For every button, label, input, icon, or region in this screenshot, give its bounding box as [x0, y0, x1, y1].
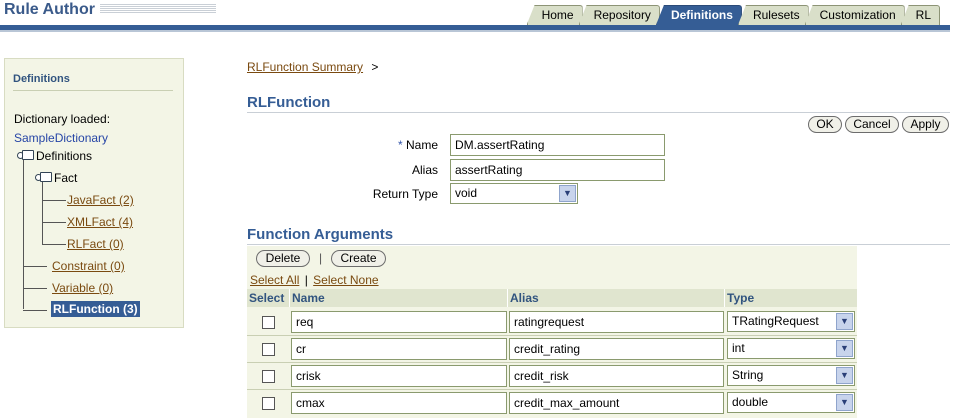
argument-alias-field[interactable]: credit_max_amount [509, 392, 724, 414]
column-separator [289, 289, 290, 307]
argument-type-value: int [732, 341, 745, 355]
tree-node-fact[interactable]: Fact [35, 171, 77, 185]
tree-line [23, 310, 47, 311]
argument-alias-field[interactable]: ratingrequest [509, 311, 724, 333]
name-field[interactable]: DM.assertRating [450, 134, 665, 156]
tree-node-definitions[interactable]: Definitions [17, 149, 92, 163]
chevron-down-icon[interactable]: ▼ [559, 185, 576, 202]
chevron-down-icon[interactable]: ▼ [836, 394, 853, 411]
delete-button[interactable]: Delete [256, 250, 310, 267]
ok-button[interactable]: OK [808, 116, 842, 133]
tree-line [23, 160, 24, 309]
cancel-button[interactable]: Cancel [845, 116, 899, 133]
tree-label-definitions: Definitions [36, 149, 93, 163]
page-title: RLFunction [247, 94, 331, 111]
argument-alias-field[interactable]: credit_risk [509, 365, 724, 387]
chevron-down-icon[interactable]: ▼ [836, 367, 853, 384]
name-label-text: Name [405, 138, 438, 152]
alias-label: Alias [411, 163, 438, 177]
tree-line [42, 200, 66, 201]
row-divider [247, 335, 857, 336]
tree-line [42, 182, 43, 245]
argument-type-value: double [732, 395, 769, 409]
apply-button[interactable]: Apply [902, 116, 949, 133]
argument-name-field[interactable]: cmax [291, 392, 507, 414]
argument-name-field[interactable]: cr [291, 338, 507, 360]
argument-name-field[interactable]: req [291, 311, 507, 333]
argument-type-value: TRatingRequest [732, 314, 819, 328]
tab-rulesets[interactable]: Rulesets [737, 5, 809, 25]
row-divider [247, 389, 857, 390]
select-all-link[interactable]: Select All [250, 273, 299, 287]
argument-type-select[interactable]: TRatingRequest ▼ [727, 311, 855, 332]
return-type-value: void [455, 186, 478, 200]
breadcrumb-rlfunction-summary[interactable]: RLFunction Summary [247, 60, 363, 74]
arguments-heading: Function Arguments [247, 226, 394, 243]
app-title: Rule Author [4, 1, 95, 18]
argument-type-value: String [732, 368, 764, 382]
tree-link-variable[interactable]: Variable (0) [52, 281, 113, 295]
column-header-type: Type [727, 291, 755, 305]
tab-definitions[interactable]: Definitions [655, 5, 742, 25]
tree-label-fact: Fact [54, 171, 78, 185]
arguments-table-header: Select Name Alias Type [247, 289, 857, 307]
column-header-name: Name [292, 291, 325, 305]
tab-repository[interactable]: Repository [578, 5, 660, 25]
create-button[interactable]: Create [331, 250, 386, 267]
selection-separator: | [304, 273, 308, 287]
folder-open-icon [35, 171, 52, 183]
argument-alias-field[interactable]: credit_rating [509, 338, 724, 360]
tree-line [42, 222, 66, 223]
main-tabs: Home Repository Definitions Rulesets Cus… [526, 5, 940, 25]
row-divider [247, 362, 857, 363]
column-header-select: Select [249, 291, 285, 305]
argument-type-select[interactable]: int ▼ [727, 338, 855, 359]
breadcrumb: RLFunction Summary > [247, 60, 378, 74]
header-rule-shadow [0, 30, 950, 32]
row-select-checkbox[interactable] [262, 370, 275, 383]
row-select-checkbox[interactable] [262, 397, 275, 410]
sidebar-title: Definitions [13, 73, 70, 85]
sidebar-divider [13, 90, 173, 91]
tree-link-xmlfact[interactable]: XMLFact (4) [67, 215, 133, 229]
row-select-checkbox[interactable] [262, 343, 275, 356]
return-type-select[interactable]: void ▼ [450, 183, 578, 204]
column-separator [507, 289, 508, 307]
tree-link-constraint[interactable]: Constraint (0) [52, 259, 125, 273]
tab-home[interactable]: Home [526, 5, 583, 25]
required-marker: * [397, 138, 403, 152]
section-divider [247, 112, 950, 113]
chevron-down-icon[interactable]: ▼ [836, 340, 853, 357]
argument-type-select[interactable]: double ▼ [727, 392, 855, 413]
arguments-divider [247, 244, 950, 245]
column-separator [724, 289, 725, 307]
argument-type-select[interactable]: String ▼ [727, 365, 855, 386]
row-select-checkbox[interactable] [262, 316, 275, 329]
dictionary-label: Dictionary loaded: [14, 112, 111, 126]
argument-name-field[interactable]: crisk [291, 365, 507, 387]
dictionary-name: SampleDictionary [14, 131, 109, 145]
toolbar-separator: | [319, 251, 323, 265]
tab-customization[interactable]: Customization [804, 5, 905, 25]
tree-line [23, 288, 47, 289]
tree-line [23, 266, 47, 267]
chevron-down-icon[interactable]: ▼ [836, 313, 853, 330]
title-decoration [100, 4, 216, 14]
alias-field[interactable]: assertRating [450, 159, 665, 181]
name-label: * Name [318, 138, 438, 152]
select-none-link[interactable]: Select None [313, 273, 378, 287]
selection-links: Select All | Select None [250, 273, 379, 287]
return-type-label: Return Type [372, 187, 438, 201]
breadcrumb-separator: > [371, 60, 379, 74]
tree-link-rlfunction[interactable]: RLFunction (3) [51, 301, 140, 317]
tab-rl[interactable]: RL [900, 5, 940, 25]
column-header-alias: Alias [510, 291, 539, 305]
definitions-sidebar: Definitions Dictionary loaded: SampleDic… [4, 58, 184, 328]
tree-link-rlfact[interactable]: RLFact (0) [67, 237, 124, 251]
folder-open-icon [17, 149, 34, 161]
tree-link-javafact[interactable]: JavaFact (2) [67, 193, 134, 207]
tree-line [42, 244, 66, 245]
